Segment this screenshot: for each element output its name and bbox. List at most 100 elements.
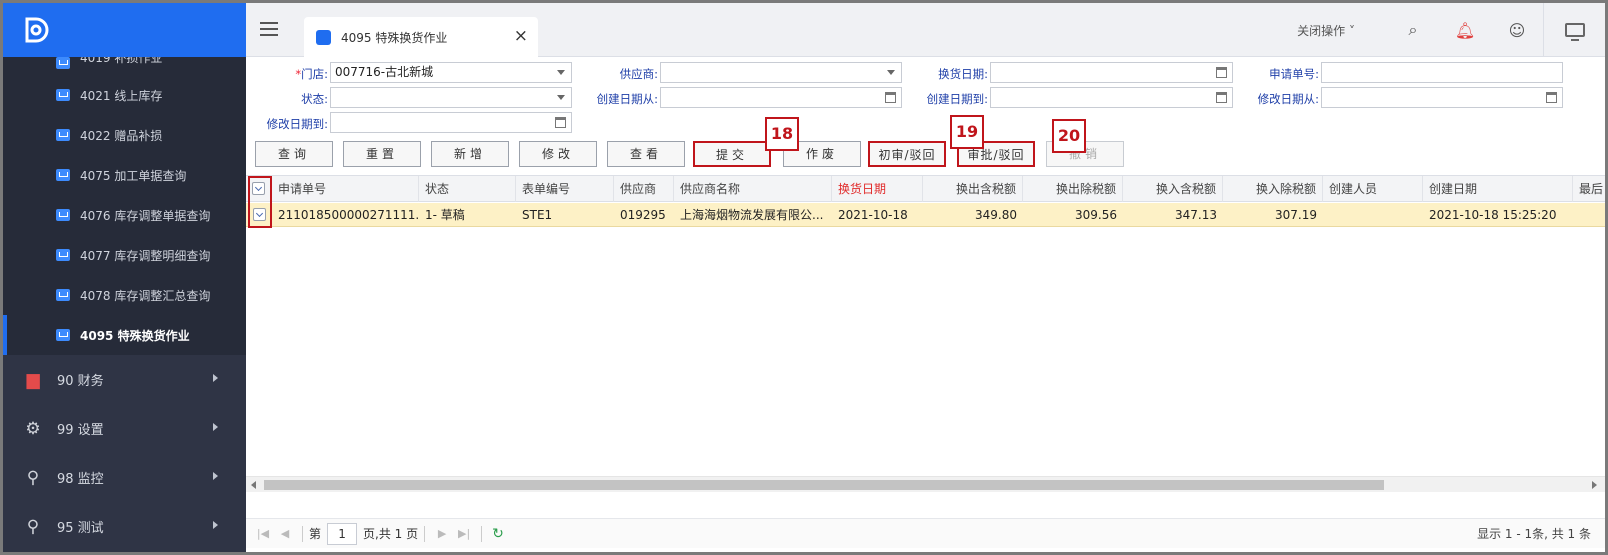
cart-icon: [56, 209, 70, 221]
cell-request-no: 211018500000271111...: [278, 208, 419, 222]
tab-4095[interactable]: 4095 特殊换货作业 ×: [304, 17, 538, 57]
tab-title: 4095 特殊换货作业: [341, 30, 448, 45]
sidebar-item-4076[interactable]: 4076 库存调整单据查询: [3, 195, 246, 235]
sidebar-item-label: 95 测试: [57, 521, 104, 536]
cell-creator: [1323, 203, 1423, 227]
sidebar-item-4078[interactable]: 4078 库存调整汇总查询: [3, 275, 246, 315]
query-button[interactable]: 查询: [255, 141, 333, 167]
topbar: 4095 特殊换货作业 × 关闭操作 ˅ ⌕ 🔔︎ ☺: [246, 3, 1605, 57]
calendar-icon: [1546, 92, 1557, 103]
hamburger-menu-icon[interactable]: [260, 22, 278, 36]
column-header[interactable]: 换出含税额: [923, 176, 1023, 202]
sidebar-item-4019[interactable]: 4019 补损作业: [3, 57, 246, 75]
close-icon[interactable]: ×: [514, 26, 528, 46]
column-header[interactable]: 换货日期: [832, 176, 923, 202]
request-no-input[interactable]: [1321, 62, 1563, 83]
column-header[interactable]: 换入除税额: [1223, 176, 1323, 202]
column-header[interactable]: 换入含税额: [1123, 176, 1223, 202]
horizontal-scrollbar[interactable]: [246, 476, 1605, 492]
request-no-label: 申请单号:: [1269, 67, 1319, 81]
column-header[interactable]: 供应商名称: [674, 176, 832, 202]
sidebar-item-label: 4021 线上库存: [80, 88, 163, 103]
first-page-icon[interactable]: |◀: [252, 527, 274, 540]
created-from-label: 创建日期从:: [596, 92, 658, 106]
modified-to-input[interactable]: [330, 112, 572, 133]
calendar-icon: [1216, 92, 1227, 103]
pager-info: 显示 1 - 1条, 共 1 条: [1477, 527, 1591, 541]
search-icon[interactable]: ⌕: [1387, 20, 1439, 40]
cell-in-tax: 347.13: [1175, 208, 1217, 222]
chevron-down-icon: [887, 70, 895, 75]
prev-page-icon[interactable]: ◀: [274, 527, 296, 540]
sidebar-item-monitor[interactable]: ⚲ 98 监控: [3, 453, 246, 502]
column-header[interactable]: 表单编号: [516, 176, 614, 202]
column-header[interactable]: 创建人员: [1323, 176, 1423, 202]
view-button[interactable]: 查看: [607, 141, 685, 167]
modified-from-input[interactable]: [1321, 87, 1563, 108]
page-input[interactable]: 1: [327, 522, 358, 545]
annotation-badge-20: 20: [1052, 119, 1086, 153]
cell-supplier: 019295: [620, 208, 666, 222]
next-page-icon[interactable]: ▶: [431, 527, 453, 540]
supplier-select[interactable]: [660, 62, 902, 83]
test-user-icon: ⚲: [26, 516, 40, 537]
cell-out-tax: 349.80: [975, 208, 1017, 222]
reset-button[interactable]: 重置: [343, 141, 421, 167]
chevron-down-icon: [557, 70, 565, 75]
chevron-right-icon: [213, 472, 218, 480]
finance-icon: ▆: [26, 369, 40, 390]
scrollbar-thumb[interactable]: [264, 480, 1384, 490]
cell-out-notax: 309.56: [1075, 208, 1117, 222]
store-label-text: 门店:: [301, 67, 328, 81]
sidebar-item-4021[interactable]: 4021 线上库存: [3, 75, 246, 115]
user-icon[interactable]: ☺: [1491, 21, 1543, 40]
status-select[interactable]: [330, 87, 572, 108]
table-row[interactable]: 211018500000271111... 1- 草稿 STE1 019295 …: [246, 203, 1605, 227]
close-operations-dropdown[interactable]: 关闭操作 ˅: [1297, 22, 1355, 39]
sidebar-item-4095[interactable]: 4095 特殊换货作业: [3, 315, 246, 355]
column-header[interactable]: 申请单号: [272, 176, 419, 202]
page-prefix: 第: [309, 527, 322, 541]
sidebar-item-4077[interactable]: 4077 库存调整明细查询: [3, 235, 246, 275]
sidebar-item-label: 4075 加工单据查询: [80, 168, 187, 183]
created-from-input[interactable]: [660, 87, 902, 108]
column-header[interactable]: 换出除税额: [1023, 176, 1123, 202]
edit-button[interactable]: 修改: [519, 141, 597, 167]
divider: [481, 525, 483, 542]
app-window: 4019 补损作业 4021 线上库存 4022 赠品补损 4075 加工单据查…: [0, 0, 1608, 555]
screen-toggle-button[interactable]: [1543, 3, 1605, 57]
column-header[interactable]: 状态: [419, 176, 516, 202]
submit-button[interactable]: 提交: [693, 141, 771, 167]
scroll-right-icon[interactable]: [1592, 481, 1597, 489]
cell-created: 2021-10-18 15:25:20: [1429, 208, 1557, 222]
exchange-date-input[interactable]: [990, 62, 1233, 83]
store-select[interactable]: 007716-古北新城: [330, 62, 572, 83]
column-header[interactable]: 供应商: [614, 176, 674, 202]
sidebar-item-settings[interactable]: ⚙ 99 设置: [3, 404, 246, 453]
bell-icon[interactable]: 🔔︎: [1439, 21, 1491, 40]
checkbox-column-highlight: [248, 176, 272, 228]
annotation-badge-19: 19: [950, 115, 984, 149]
cell-in-notax: 307.19: [1275, 208, 1317, 222]
sidebar-item-finance[interactable]: ▆ 90 财务: [3, 355, 246, 404]
cart-icon: [56, 329, 70, 341]
sidebar-item-label: 4076 库存调整单据查询: [80, 208, 211, 223]
column-header[interactable]: 最后: [1573, 176, 1605, 202]
sidebar-item-4022[interactable]: 4022 赠品补损: [3, 115, 246, 155]
column-header[interactable]: 创建日期: [1423, 176, 1573, 202]
exchange-date-label: 换货日期:: [938, 67, 988, 81]
sidebar-item-label: 4078 库存调整汇总查询: [80, 288, 211, 303]
first-review-button[interactable]: 初审/驳回: [868, 141, 946, 167]
add-button[interactable]: 新增: [431, 141, 509, 167]
created-to-input[interactable]: [990, 87, 1233, 108]
scroll-left-icon[interactable]: [251, 481, 256, 489]
refresh-icon[interactable]: ↻: [492, 526, 504, 542]
cart-icon: [56, 129, 70, 141]
cart-icon: [56, 57, 70, 69]
created-to-label: 创建日期到:: [926, 92, 988, 106]
sidebar-item-test[interactable]: ⚲ 95 测试: [3, 502, 246, 551]
gear-icon: ⚙: [25, 418, 41, 439]
last-page-icon[interactable]: ▶|: [453, 527, 475, 540]
sidebar-item-4075[interactable]: 4075 加工单据查询: [3, 155, 246, 195]
divider: [424, 525, 426, 542]
